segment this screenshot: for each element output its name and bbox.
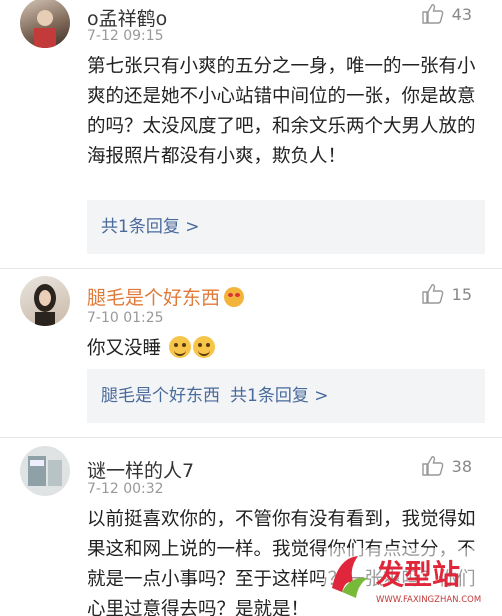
watermark-text: 发型站 [375,558,460,591]
watermark-url: WWW.FAXINGZHAN.COM [376,595,481,605]
laughing-emoji-icon [168,336,191,358]
reply-author[interactable]: 腿毛是个好东西 [101,386,220,406]
username[interactable]: o孟祥鹤o [87,4,167,31]
username[interactable]: 谜一样的人7 [87,456,194,483]
like-count: 43 [451,4,472,24]
reply-box[interactable]: 腿毛是个好东西 共1条回复 > [87,369,485,423]
watermark-logo: 发型站 WWW.FAXINGZHAN.COM [324,548,494,610]
username-text: 腿毛是个好东西 [87,287,221,309]
timestamp: 7-10 01:25 [87,310,164,326]
avatar[interactable] [20,0,70,48]
thumbs-up-icon [421,284,443,304]
like-count: 15 [451,284,472,304]
timestamp: 7-12 00:32 [87,481,164,497]
reply-count-link[interactable]: 共1条回复 > [101,217,199,237]
like-button[interactable]: 15 [421,284,472,304]
thumbs-up-icon [421,4,443,24]
comment-text-content: 你又没睡 [87,338,162,359]
avatar[interactable] [20,446,70,496]
thumbs-up-icon [421,456,443,476]
shocked-emoji-icon [224,287,245,307]
reply-count-link[interactable]: 共1条回复 > [230,386,328,406]
avatar[interactable] [20,276,70,326]
divider [0,437,502,438]
laughing-emoji-icon [192,336,215,358]
comment-text: 第七张只有小爽的五分之一身，唯一的一张有小爽的还是她不小心站错中间位的一张，你是… [87,56,476,167]
username[interactable]: 腿毛是个好东西 [87,283,245,310]
reply-box[interactable]: 共1条回复 > [87,200,485,254]
divider [0,268,502,269]
comment-text: 你又没睡 [87,334,482,364]
like-button[interactable]: 38 [421,456,472,476]
like-count: 38 [451,456,472,476]
timestamp: 7-12 09:15 [87,28,164,44]
like-button[interactable]: 43 [421,4,472,24]
